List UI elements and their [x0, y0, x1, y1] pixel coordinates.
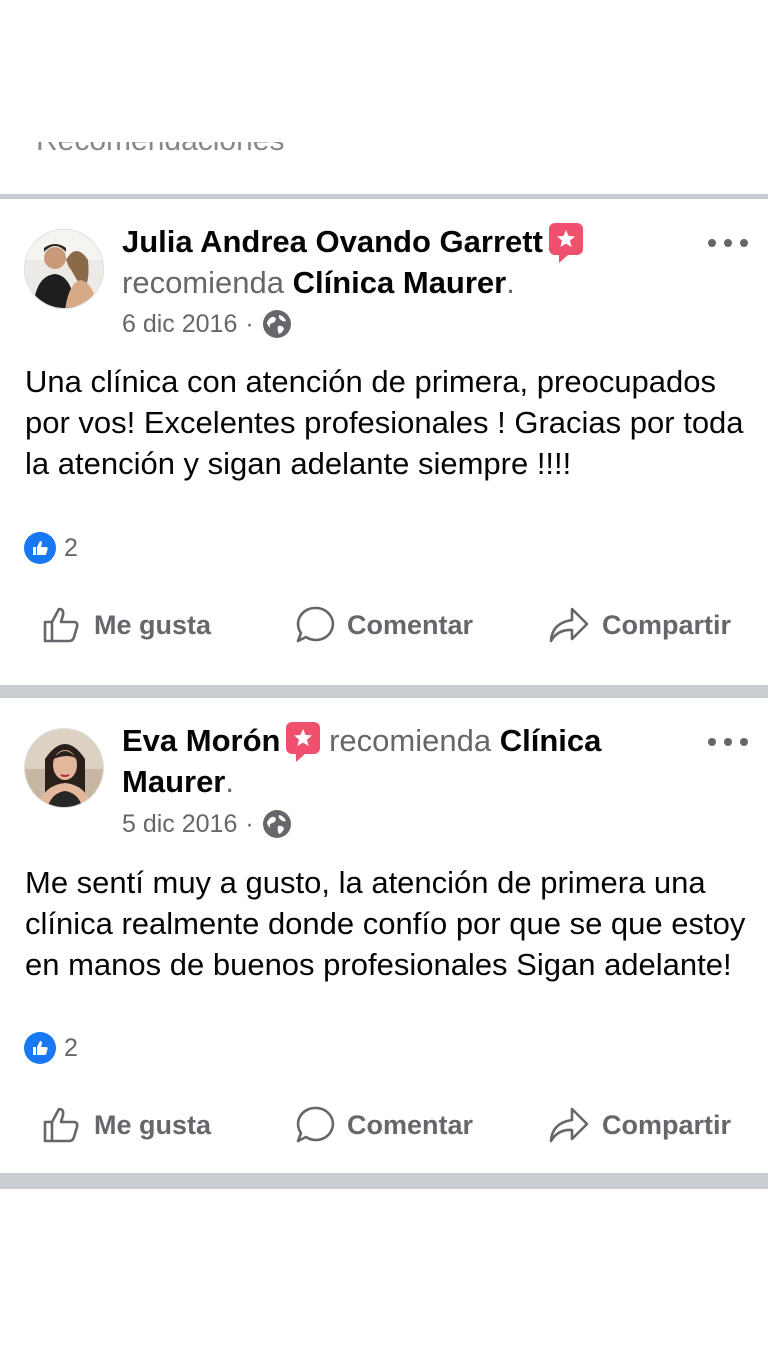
thumbs-up-icon: [43, 607, 79, 643]
like-reaction-icon: [24, 1032, 56, 1064]
like-label: Me gusta: [94, 609, 212, 640]
share-label: Compartir: [602, 609, 732, 640]
dot-icon: [708, 239, 716, 247]
page-name-continued[interactable]: Maurer: [122, 764, 225, 799]
more-options-button[interactable]: [708, 233, 748, 253]
like-button[interactable]: Me gusta: [42, 1095, 211, 1155]
share-icon: [549, 607, 589, 643]
like-count: 2: [64, 1033, 78, 1062]
page-name[interactable]: Clínica Maurer: [293, 265, 507, 300]
divider: [0, 685, 768, 698]
globe-icon: [262, 810, 291, 838]
recommend-verb: recomienda: [329, 723, 492, 758]
author-name[interactable]: Julia Andrea Ovando Garrett: [122, 224, 543, 259]
comment-icon: [296, 1106, 335, 1143]
dot-icon: [724, 738, 732, 746]
share-icon: [549, 1107, 589, 1143]
dot-icon: [724, 239, 732, 247]
globe-icon: [262, 310, 291, 338]
avatar[interactable]: [24, 229, 104, 309]
recommend-badge-icon: [286, 722, 321, 762]
more-options-button[interactable]: [708, 732, 748, 752]
action-bar: Me gusta Comentar Compartir: [0, 595, 768, 655]
post-meta: 5 dic 2016 ·: [122, 809, 292, 839]
recommendation-post: Julia Andrea Ovando Garrett recomienda C…: [0, 199, 768, 685]
post-meta: 6 dic 2016 ·: [122, 309, 292, 339]
like-button[interactable]: Me gusta: [42, 595, 211, 655]
post-text: Una clínica con atención de primera, pre…: [25, 364, 744, 481]
divider: [0, 1173, 768, 1189]
recommend-verb: recomienda: [122, 265, 284, 300]
like-count: 2: [64, 533, 78, 562]
comment-button[interactable]: Comentar: [295, 595, 473, 655]
like-label: Me gusta: [94, 1109, 212, 1140]
post-date[interactable]: 6 dic 2016: [122, 310, 237, 339]
avatar[interactable]: [24, 728, 104, 808]
share-button[interactable]: Compartir: [548, 595, 731, 655]
share-label: Compartir: [602, 1109, 732, 1140]
previous-content-fragment: Recomendaciones: [0, 0, 768, 196]
recommendation-post: Eva Morón recomienda Clínica Maurer. 5 d…: [0, 698, 768, 1173]
reaction-summary[interactable]: 2: [24, 532, 78, 564]
post-text: Me sentí muy a gusto, la atención de pri…: [25, 865, 746, 982]
dot-icon: [740, 738, 748, 746]
dot-icon: [708, 738, 716, 746]
comment-label: Comentar: [347, 609, 474, 640]
share-button[interactable]: Compartir: [548, 1095, 731, 1155]
post-date[interactable]: 5 dic 2016: [122, 810, 237, 839]
comment-icon: [296, 606, 335, 643]
page-name[interactable]: Clínica: [500, 723, 602, 758]
post-header: Eva Morón recomienda Clínica Maurer.: [122, 722, 602, 799]
recommend-badge-icon: [548, 223, 583, 263]
reaction-summary[interactable]: 2: [24, 1032, 78, 1064]
comment-label: Comentar: [347, 1109, 474, 1140]
action-bar: Me gusta Comentar Compartir: [0, 1095, 768, 1155]
comment-button[interactable]: Comentar: [295, 1095, 473, 1155]
dot-icon: [740, 239, 748, 247]
post-header: Julia Andrea Ovando Garrett recomienda C…: [122, 221, 678, 303]
thumbs-up-icon: [43, 1107, 79, 1143]
like-reaction-icon: [24, 532, 56, 564]
cut-off-text: Recomendaciones: [36, 142, 284, 158]
author-name[interactable]: Eva Morón: [122, 723, 280, 758]
